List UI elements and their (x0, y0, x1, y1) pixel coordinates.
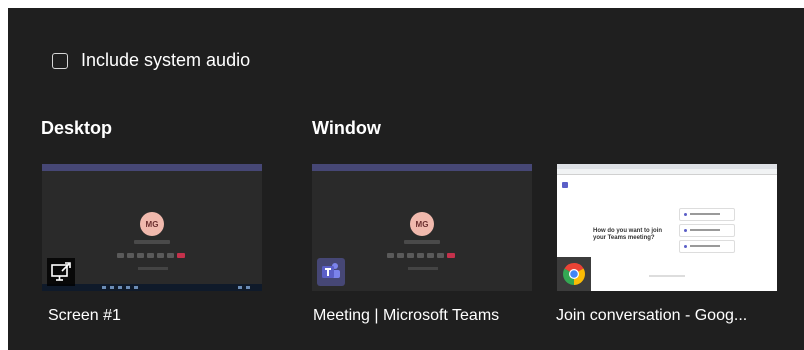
preview-control (117, 253, 124, 258)
taskbar-item (246, 286, 250, 289)
preview-tooltip (404, 240, 440, 244)
preview-avatar: MG (410, 212, 434, 236)
preview-control (427, 253, 434, 258)
teams-logo-icon (317, 258, 345, 286)
preview-join-option (679, 240, 735, 253)
teams-window-thumbnail[interactable]: MG (312, 164, 532, 291)
chrome-logo-icon (557, 257, 591, 291)
chrome-window-caption: Join conversation - Goog... (556, 307, 748, 324)
preview-control (157, 253, 164, 258)
preview-footer (649, 275, 685, 277)
preview-title-bar (312, 164, 532, 171)
screen-1-preview: MG (42, 164, 262, 291)
preview-end-call-control (447, 253, 455, 258)
preview-address-bar (557, 169, 777, 175)
taskbar-item (102, 286, 106, 289)
screen-1-caption: Screen #1 (48, 307, 121, 324)
preview-taskbar (42, 284, 262, 291)
taskbar-item (126, 286, 130, 289)
preview-control (127, 253, 134, 258)
preview-control (397, 253, 404, 258)
taskbar-item (238, 286, 242, 289)
preview-join-heading: How do you want to join your Teams meeti… (593, 228, 662, 241)
preview-join-option (679, 224, 735, 237)
chrome-window-thumbnail[interactable]: How do you want to join your Teams meeti… (557, 164, 777, 291)
preview-control (387, 253, 394, 258)
window-section-title: Window (312, 118, 381, 138)
preview-tooltip (134, 240, 170, 244)
preview-teams-logo (562, 182, 568, 188)
preview-control (137, 253, 144, 258)
preview-end-call-control (177, 253, 185, 258)
preview-control (417, 253, 424, 258)
include-system-audio-option[interactable]: Include system audio (52, 50, 250, 71)
include-system-audio-label: Include system audio (81, 50, 251, 70)
preview-note (138, 267, 168, 270)
teams-window-preview: MG (312, 164, 532, 291)
preview-note (408, 267, 438, 270)
screen-share-icon (47, 258, 75, 286)
preview-avatar: MG (140, 212, 164, 236)
preview-control (407, 253, 414, 258)
taskbar-item (134, 286, 138, 289)
preview-control (437, 253, 444, 258)
teams-window-caption: Meeting | Microsoft Teams (313, 307, 500, 324)
desktop-section-title: Desktop (41, 118, 113, 138)
screen-1-thumbnail[interactable]: MG (42, 164, 262, 291)
preview-control (167, 253, 174, 258)
taskbar-item (118, 286, 122, 289)
preview-join-option (679, 208, 735, 221)
taskbar-item (110, 286, 114, 289)
preview-title-bar (42, 164, 262, 171)
share-content-panel: Include system audio Desktop Window MG S… (8, 8, 804, 350)
include-system-audio-checkbox[interactable] (52, 52, 68, 69)
preview-control (147, 253, 154, 258)
